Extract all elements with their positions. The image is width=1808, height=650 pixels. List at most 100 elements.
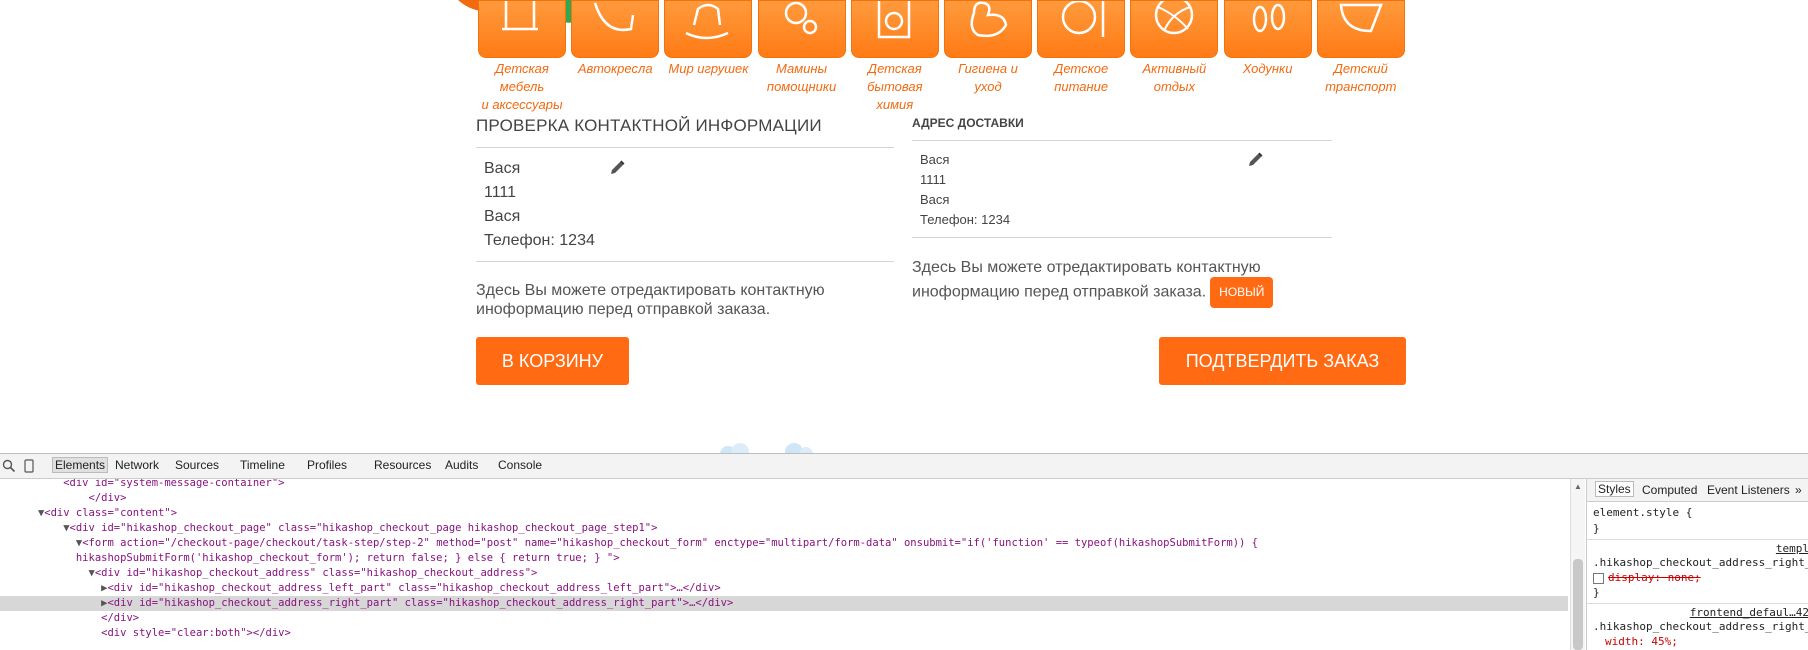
dom-node-markup[interactable]: </div> [101, 612, 139, 624]
category-tile[interactable] [1223, 0, 1312, 58]
category-tile[interactable] [757, 0, 846, 58]
dom-node[interactable]: ▶<div id="hikashop_checkout_address_left… [0, 581, 1568, 596]
category-item[interactable]: Гигиена и уход [942, 0, 1034, 96]
tab-computed[interactable]: Computed [1642, 483, 1697, 497]
rule-selector[interactable]: .hikashop_checkout_address_right_ [1593, 556, 1808, 569]
category-item[interactable]: Мир игрушек [662, 0, 754, 78]
confirm-order-button[interactable]: ПОДТВЕРДИТЬ ЗАКАЗ [1159, 337, 1406, 385]
dom-node[interactable]: hikashopSubmitForm('hikashop_checkout_fo… [0, 551, 1568, 566]
category-tile[interactable] [664, 0, 753, 58]
category-tile[interactable] [1316, 0, 1405, 58]
tab-audits[interactable]: Audits [445, 458, 478, 472]
dom-node-markup[interactable]: <div id="hikashop_checkout_address_left_… [107, 582, 720, 594]
dom-node[interactable]: </div> [0, 611, 1568, 626]
dom-node[interactable]: </div> [0, 491, 1568, 506]
category-tile[interactable] [944, 0, 1032, 58]
category-tile[interactable] [850, 0, 939, 58]
category-label[interactable]: Детский транспорт [1315, 60, 1407, 96]
category-label[interactable]: Активный отдых [1128, 60, 1220, 96]
rule-source-link[interactable]: templ [1776, 542, 1808, 555]
dom-node[interactable]: ▼<div class="content"> [0, 506, 1568, 521]
tab-network[interactable]: Network [115, 458, 159, 472]
right-top-divider [912, 140, 1332, 141]
width-property-text[interactable]: width: 45%; [1605, 635, 1678, 648]
edit-contact-pencil-icon[interactable] [608, 159, 626, 177]
dom-node[interactable]: <div id="system-message-container"> [0, 479, 1568, 491]
tab-sources[interactable]: Sources [175, 458, 219, 472]
category-item[interactable]: Детское питание [1035, 0, 1127, 96]
category-item[interactable]: Ходунки [1222, 0, 1314, 78]
search-icon[interactable] [2, 459, 16, 473]
tab-event-listeners[interactable]: Event Listeners [1707, 483, 1790, 497]
dom-node[interactable]: ▼<div id="hikashop_checkout_page" class=… [0, 521, 1568, 536]
category-label[interactable]: Детская мебель и аксессуары [476, 60, 568, 114]
tab-resources[interactable]: Resources [374, 458, 431, 472]
dom-indent [0, 507, 38, 519]
element-style-rule[interactable]: element.style { [1593, 506, 1692, 519]
category-label[interactable]: Детская бытовая химия [849, 60, 941, 114]
pacifier-icon [784, 1, 817, 35]
contact-address: Вася 1111 Вася Телефон: 1234 [484, 157, 595, 253]
dom-node-markup[interactable]: hikashopSubmitForm('hikashop_checkout_fo… [76, 552, 620, 564]
dom-node-markup[interactable]: <div id="hikashop_checkout_page" class="… [70, 522, 658, 534]
dom-node-markup[interactable]: <div style="clear:both"></div> [101, 627, 291, 639]
width-property[interactable]: width: 45%; [1605, 635, 1678, 648]
category-label[interactable]: Мамины помощники [756, 60, 848, 96]
dom-indent [0, 627, 101, 639]
shipping-address-heading: АДРЕС ДОСТАВКИ [912, 116, 1024, 130]
category-tile[interactable] [1037, 0, 1126, 58]
scroll-up-arrow-icon[interactable]: ▲ [1574, 482, 1582, 491]
dom-node-markup[interactable]: <div id="hikashop_checkout_address" clas… [95, 567, 538, 579]
category-item[interactable]: Детская мебель и аксессуары [476, 0, 568, 114]
display-property[interactable]: display: none; [1608, 571, 1701, 584]
category-label[interactable]: Ходунки [1222, 60, 1314, 78]
category-label[interactable]: Гигиена и уход [942, 60, 1034, 96]
dom-node[interactable]: ▼<div id="hikashop_checkout_address" cla… [0, 566, 1568, 581]
dom-node[interactable]: <div style="clear:both"></div> [0, 626, 1568, 641]
dom-tree[interactable]: <div id="system-message-container"> </di… [0, 479, 1570, 650]
dom-node-markup[interactable]: <div id="hikashop_checkout_address_right… [107, 597, 733, 609]
tab-console[interactable]: Console [498, 458, 542, 472]
dom-node-markup[interactable]: <div id="system-message-container"> [63, 479, 284, 489]
rule-property: display: none; [1593, 571, 1701, 584]
category-label[interactable]: Автокресла [569, 60, 661, 78]
dom-node-selected[interactable]: ▶<div id="hikashop_checkout_address_righ… [0, 596, 1568, 611]
more-tabs-icon[interactable]: » [1795, 483, 1802, 497]
shipping-edit-note-text: Здесь Вы можете отредактировать контактн… [912, 259, 1261, 301]
cloud-decoration-icon [720, 443, 813, 453]
edit-shipping-pencil-icon[interactable] [1246, 151, 1264, 169]
device-mode-icon[interactable] [22, 459, 36, 473]
dom-node[interactable]: ▼<form action="/checkout-page/checkout/t… [0, 536, 1568, 551]
dom-node-markup[interactable]: </div> [89, 492, 127, 504]
category-item[interactable]: Автокресла [569, 0, 661, 78]
category-item[interactable]: Активный отдых [1128, 0, 1220, 96]
scroll-thumb[interactable] [1573, 559, 1583, 650]
back-to-cart-button[interactable]: В КОРЗИНУ [476, 337, 629, 385]
category-tile[interactable] [571, 0, 660, 58]
tab-styles[interactable]: Styles [1595, 481, 1634, 497]
dom-indent [0, 612, 101, 624]
category-label[interactable]: Мир игрушек [662, 60, 754, 78]
plate-icon [1061, 1, 1105, 37]
category-item[interactable]: Детский транспорт [1315, 0, 1407, 96]
rule-source-link[interactable]: frontend_defaul…42 [1690, 606, 1808, 619]
tab-elements[interactable]: Elements [52, 457, 109, 473]
category-tile[interactable] [478, 0, 566, 58]
new-address-button[interactable]: НОВЫЙ [1210, 277, 1274, 308]
rule-selector[interactable]: .hikashop_checkout_address_right_ [1593, 620, 1808, 633]
dom-indent [0, 479, 63, 489]
category-item[interactable]: Детская бытовая химия [849, 0, 941, 114]
dom-scrollbar[interactable]: ▲ [1570, 479, 1585, 650]
washing-machine-icon [877, 1, 911, 39]
category-tile[interactable] [1130, 0, 1219, 58]
stroller-icon [1339, 3, 1383, 33]
property-checkbox[interactable] [1593, 572, 1604, 584]
dom-node-markup[interactable]: <div class="content"> [44, 507, 177, 519]
contact-check-heading: ПРОВЕРКА КОНТАКТНОЙ ИНФОРМАЦИИ [476, 116, 822, 135]
dom-node-markup[interactable]: <form action="/checkout-page/checkout/ta… [82, 537, 1258, 549]
ball-icon [1155, 1, 1194, 35]
tab-profiles[interactable]: Profiles [307, 458, 347, 472]
category-label[interactable]: Детское питание [1035, 60, 1127, 96]
tab-timeline[interactable]: Timeline [240, 458, 285, 472]
category-item[interactable]: Мамины помощники [756, 0, 848, 96]
